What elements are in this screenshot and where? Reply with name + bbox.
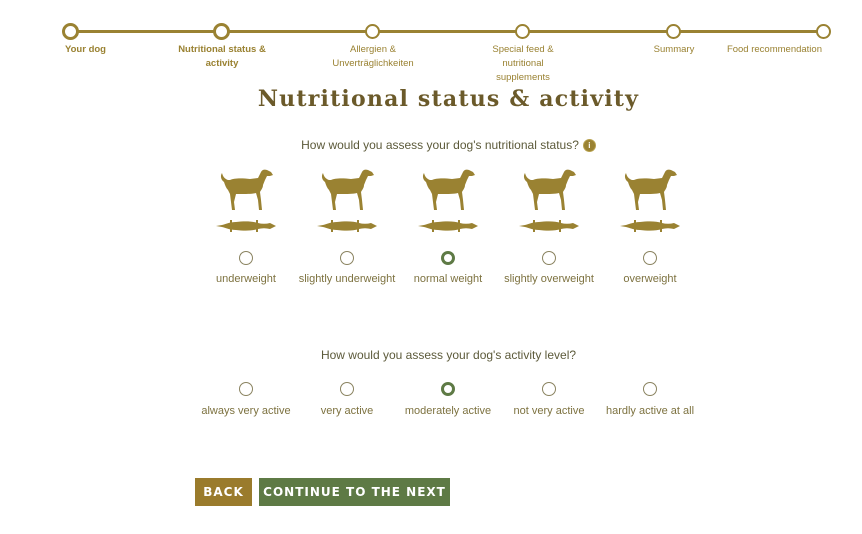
dog-normal-weight-icon — [420, 168, 476, 212]
dog-topview-underweight-icon — [216, 220, 276, 232]
nutrition-radio-overweight[interactable] — [643, 251, 657, 265]
activity-option-label: very active — [320, 405, 374, 417]
dog-topview-normal-weight-icon — [418, 220, 478, 232]
step-dot — [62, 23, 79, 40]
nutrition-radio-slightly-underweight[interactable] — [340, 251, 354, 265]
activity-option-label: hardly active at all — [605, 405, 695, 417]
nutrition-radio-slightly-overweight[interactable] — [542, 251, 556, 265]
nutrition-radio-normal-weight[interactable] — [441, 251, 455, 265]
dog-topview-overweight-icon — [620, 220, 680, 232]
nutrition-option-label: overweight — [623, 273, 677, 285]
step-dot — [666, 24, 681, 39]
activity-question: How would you assess your dog's activity… — [320, 348, 577, 362]
back-button[interactable]: BACK — [195, 478, 252, 506]
activity-option-label: always very active — [201, 405, 291, 417]
dog-slightly-underweight-icon — [319, 168, 375, 212]
step-dot — [816, 24, 831, 39]
continue-button[interactable]: CONTINUE TO THE NEXT STEP — [259, 478, 450, 527]
step-label: Special feed & nutritional supplements — [492, 44, 554, 83]
dog-underweight-icon — [218, 168, 274, 212]
step-label: Your dog — [65, 44, 106, 55]
activity-radio-always-very-active[interactable] — [239, 382, 253, 396]
step-dot — [365, 24, 380, 39]
activity-radio-hardly-active[interactable] — [643, 382, 657, 396]
step-label: Allergien & Unverträglichkeiten — [332, 44, 414, 69]
step-label: Nutritional status & activity — [178, 44, 266, 69]
step-dot — [213, 23, 230, 40]
activity-radio-very-active[interactable] — [340, 382, 354, 396]
stepper-line — [71, 30, 824, 33]
nutrition-option-label: underweight — [216, 273, 276, 285]
step-dot — [515, 24, 530, 39]
nutrition-option-label: slightly underweight — [298, 273, 396, 285]
activity-radio-not-very-active[interactable] — [542, 382, 556, 396]
dog-topview-slightly-overweight-icon — [519, 220, 579, 232]
nutrition-question-text: How would you assess your dog's nutritio… — [301, 138, 579, 152]
nutrition-question: How would you assess your dog's nutritio… — [0, 138, 862, 152]
nutrition-option-label: slightly overweight — [504, 273, 594, 285]
page-title: Nutritional status & activity — [257, 86, 640, 112]
nutrition-option-label: normal weight — [413, 273, 483, 285]
activity-radio-moderately-active[interactable] — [441, 382, 455, 396]
step-label: Food recommendation — [726, 44, 822, 55]
activity-option-label: moderately active — [404, 405, 492, 417]
dog-overweight-icon — [622, 168, 678, 212]
activity-option-label: not very active — [513, 405, 585, 417]
nutrition-radio-underweight[interactable] — [239, 251, 253, 265]
info-icon[interactable]: i — [582, 139, 596, 152]
dog-slightly-overweight-icon — [521, 168, 577, 212]
dog-topview-slightly-underweight-icon — [317, 220, 377, 232]
